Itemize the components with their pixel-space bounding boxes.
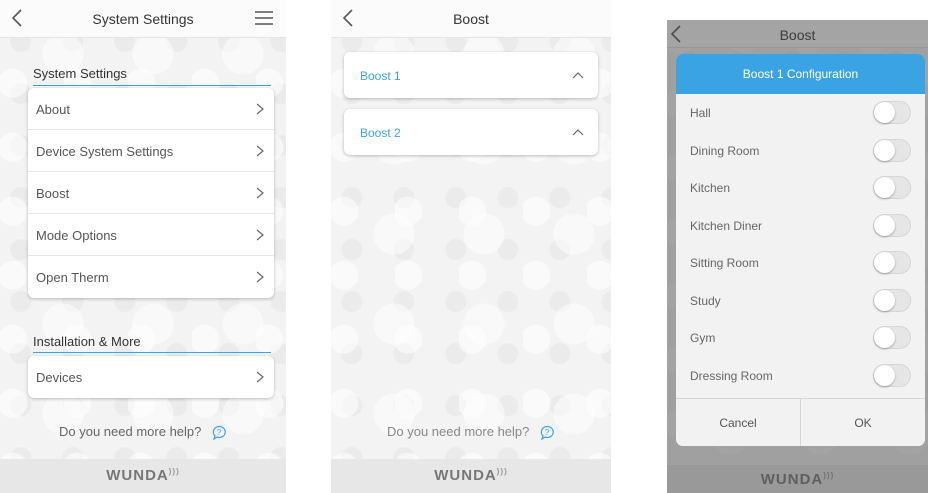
chevron-right-icon	[256, 371, 264, 383]
system-settings-screen: System Settings System Settings About De…	[0, 0, 286, 493]
room-toggle[interactable]	[873, 288, 911, 312]
svg-text:?: ?	[545, 428, 550, 437]
room-row-sitting-room: Sitting Room	[676, 244, 925, 282]
room-toggle[interactable]	[873, 213, 911, 237]
help-bubble-icon: ?	[540, 425, 554, 440]
section-underline	[33, 352, 271, 353]
list-item-label: Boost	[36, 186, 70, 201]
chevron-right-icon	[256, 271, 264, 283]
room-row-gym: Gym	[676, 319, 925, 357]
list-item-label: Mode Options	[36, 228, 117, 243]
toggle-knob	[874, 177, 895, 198]
toggle-knob	[874, 252, 895, 273]
signal-icon: )))	[496, 467, 508, 476]
wunda-logo: WUNDA)))	[434, 467, 508, 484]
header: Boost	[331, 0, 611, 38]
room-toggle[interactable]	[873, 138, 911, 162]
list-item-label: Devices	[36, 370, 83, 385]
page-title: System Settings	[92, 11, 194, 27]
section-title-installation: Installation & More	[33, 334, 141, 349]
chevron-right-icon	[256, 187, 264, 199]
system-settings-list: About Device System Settings Boost Mode …	[28, 88, 274, 298]
room-label: Hall	[690, 106, 711, 120]
chevron-up-icon	[572, 72, 584, 79]
toggle-knob	[874, 139, 895, 161]
room-row-dining-room: Dining Room	[676, 132, 925, 170]
list-item-mode-options[interactable]: Mode Options	[28, 214, 274, 256]
chevron-right-icon	[256, 103, 264, 115]
room-label: Dining Room	[690, 143, 760, 158]
dialog-actions: Cancel OK	[676, 398, 925, 446]
boost-2-item[interactable]: Boost 2	[344, 109, 598, 155]
room-label: Kitchen	[690, 181, 731, 195]
room-toggle[interactable]	[873, 251, 911, 274]
room-toggle[interactable]	[873, 326, 911, 349]
toggle-knob	[874, 102, 895, 123]
page-title: Boost	[453, 11, 489, 27]
room-label: Sitting Room	[690, 256, 759, 270]
room-row-kitchen-diner: Kitchen Diner	[676, 207, 925, 245]
boost-configuration-screen: Boost WUNDA))) Boost 1 Configuration Hal…	[667, 20, 928, 493]
help-prompt[interactable]: Do you need more help? ?	[331, 424, 611, 441]
toggle-knob	[874, 289, 895, 311]
list-item-label: Open Therm	[36, 270, 109, 285]
room-label: Gym	[690, 331, 716, 345]
room-row-kitchen: Kitchen	[676, 169, 925, 207]
list-item-about[interactable]: About	[28, 88, 274, 130]
room-toggle-list[interactable]: Hall Dining Room Kitchen Kitchen Diner S…	[676, 94, 925, 398]
section-underline	[33, 85, 271, 86]
chevron-up-icon	[572, 129, 584, 136]
chevron-right-icon	[256, 229, 264, 241]
help-text: Do you need more help?	[387, 424, 530, 439]
room-row-study: Study	[676, 282, 925, 320]
room-label: Study	[690, 293, 721, 308]
boost-label: Boost 1	[360, 69, 401, 83]
boost-configuration-dialog: Boost 1 Configuration Hall Dining Room K…	[676, 54, 925, 446]
ok-button[interactable]: OK	[800, 399, 925, 446]
footer: WUNDA)))	[0, 459, 286, 493]
toggle-knob	[874, 364, 895, 386]
room-toggle[interactable]	[873, 101, 911, 124]
boost-1-item[interactable]: Boost 1	[344, 52, 598, 98]
boost-screen: Boost Boost 1 Boost 2 Do you need more h…	[331, 0, 611, 493]
toggle-knob	[874, 214, 895, 236]
help-text: Do you need more help?	[59, 424, 202, 439]
list-item-boost[interactable]: Boost	[28, 172, 274, 214]
list-item-devices[interactable]: Devices	[28, 356, 274, 398]
cancel-button[interactable]: Cancel	[676, 399, 800, 446]
room-toggle[interactable]	[873, 363, 911, 387]
room-row-dressing-room: Dressing Room	[676, 357, 925, 395]
room-label: Dressing Room	[690, 368, 773, 383]
room-label: Kitchen Diner	[690, 218, 763, 233]
hamburger-menu-icon[interactable]	[254, 10, 274, 26]
chevron-right-icon	[256, 145, 264, 157]
signal-icon: )))	[168, 467, 180, 476]
svg-text:?: ?	[217, 428, 222, 437]
room-row-hall: Hall	[676, 94, 925, 132]
help-bubble-icon: ?	[212, 425, 226, 440]
toggle-knob	[874, 327, 895, 348]
list-item-label: Device System Settings	[36, 144, 174, 159]
section-title-system-settings: System Settings	[33, 66, 127, 81]
help-prompt[interactable]: Do you need more help? ?	[0, 424, 286, 441]
boost-label: Boost 2	[360, 126, 401, 140]
list-item-device-system-settings[interactable]: Device System Settings	[28, 130, 274, 172]
installation-list: Devices	[28, 356, 274, 398]
dialog-title: Boost 1 Configuration	[676, 54, 925, 94]
room-toggle[interactable]	[873, 176, 911, 199]
footer: WUNDA)))	[331, 459, 611, 493]
header: System Settings	[0, 0, 286, 38]
wunda-logo: WUNDA)))	[106, 467, 180, 484]
list-item-label: About	[36, 102, 70, 117]
list-item-open-therm[interactable]: Open Therm	[28, 256, 274, 298]
